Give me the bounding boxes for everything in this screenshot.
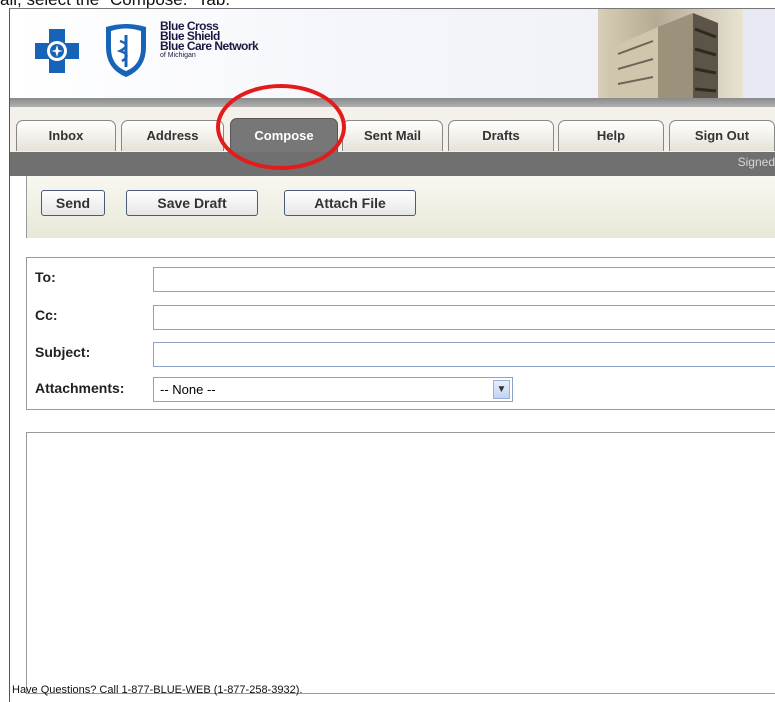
subject-field[interactable] — [153, 342, 775, 367]
subject-label: Subject: — [35, 344, 91, 360]
header-divider — [10, 98, 775, 107]
blue-cross-logo-icon — [35, 29, 79, 73]
chevron-down-icon[interactable]: ▼ — [493, 380, 510, 399]
message-header-form: To: Cc: Subject: Attachments: -- None --… — [26, 257, 775, 410]
building-image-icon — [608, 13, 718, 99]
tab-drafts[interactable]: Drafts — [448, 120, 554, 151]
brand-name: Blue Cross Blue Shield Blue Care Network… — [160, 20, 259, 61]
tab-inbox[interactable]: Inbox — [16, 120, 116, 151]
tab-sent-mail[interactable]: Sent Mail — [342, 120, 443, 151]
attachments-label: Attachments: — [35, 380, 125, 396]
brand-line-3: Blue Care Network — [160, 39, 259, 53]
tab-sign-out[interactable]: Sign Out — [669, 120, 775, 151]
attachments-selected-value: -- None -- — [160, 382, 216, 397]
send-button[interactable]: Send — [41, 190, 105, 216]
footer-help-text: Have Questions? Call 1-877-BLUE-WEB (1-8… — [12, 684, 303, 696]
tab-help[interactable]: Help — [558, 120, 664, 151]
signed-in-status: Signed — [737, 155, 775, 169]
compose-highlight-circle — [216, 84, 346, 170]
building-photo — [598, 9, 743, 99]
to-field[interactable] — [153, 267, 775, 292]
tab-address[interactable]: Address — [121, 120, 224, 151]
tab-underline-strip: Signed — [10, 152, 775, 176]
cc-label: Cc: — [35, 307, 58, 323]
to-label: To: — [35, 269, 56, 285]
attachments-select[interactable]: -- None -- ▼ — [153, 377, 513, 402]
cc-field[interactable] — [153, 305, 775, 330]
save-draft-button[interactable]: Save Draft — [126, 190, 258, 216]
header-right-panel — [743, 9, 775, 99]
attach-file-button[interactable]: Attach File — [284, 190, 416, 216]
blue-shield-logo-icon — [106, 24, 146, 77]
compose-toolbar: Send Save Draft Attach File — [26, 176, 775, 238]
message-body-textarea[interactable] — [26, 432, 775, 694]
